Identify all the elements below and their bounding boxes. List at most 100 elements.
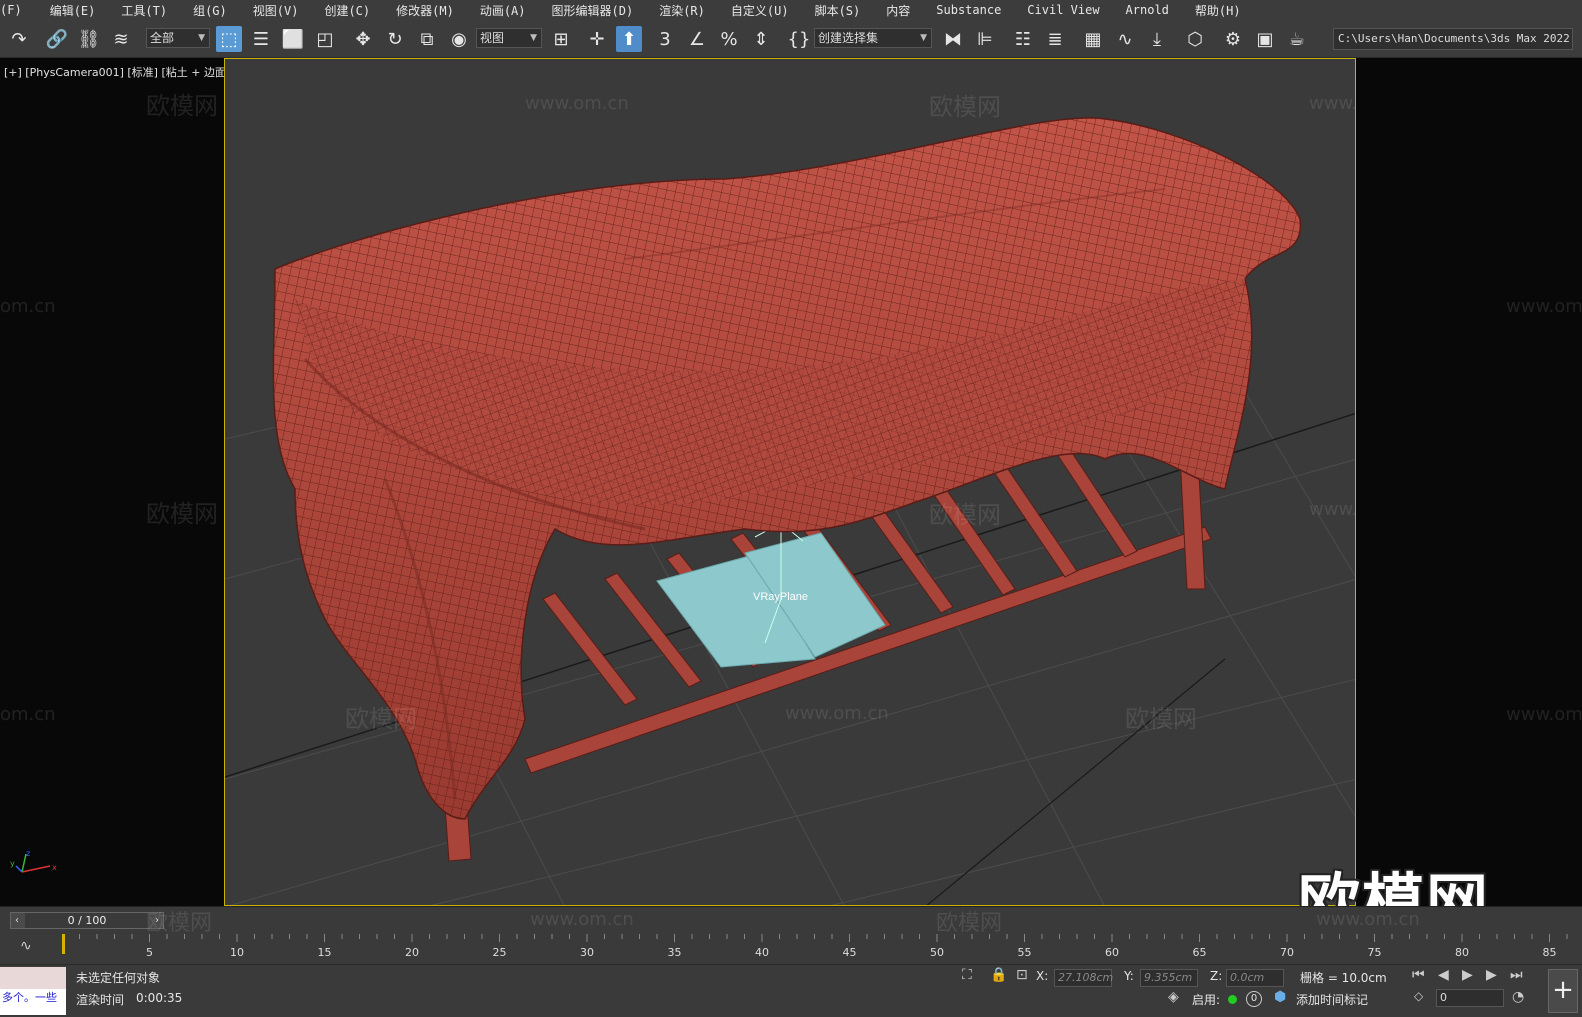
isolate-selection-icon[interactable]: ⛶: [962, 967, 972, 983]
viewport-label[interactable]: [+] [PhysCamera001] [标准] [粘土 + 边面]: [4, 64, 230, 80]
time-configuration-icon[interactable]: ◔: [1512, 989, 1524, 1005]
selection-filter-dropdown[interactable]: 全部 ▼: [146, 28, 210, 48]
rotate-icon[interactable]: ↻: [382, 26, 408, 52]
add-button-icon[interactable]: +: [1548, 969, 1578, 1013]
menu-item[interactable]: 内容: [886, 2, 910, 19]
frame-tick-label: 35: [668, 946, 682, 959]
time-tag-icon[interactable]: ⬢: [1274, 989, 1286, 1005]
z-coord-field[interactable]: 0.0cm: [1226, 969, 1284, 987]
redo-icon[interactable]: ↷: [6, 26, 32, 52]
project-path-field[interactable]: C:\Users\Han\Documents\3ds Max 2022: [1333, 28, 1573, 50]
menu-item[interactable]: Arnold: [1126, 3, 1169, 17]
unlink-icon[interactable]: ⛓: [76, 26, 102, 52]
align-icon[interactable]: ⊫: [972, 26, 998, 52]
axis-x-label: x: [52, 863, 57, 872]
pivot-center-icon[interactable]: ⊞: [548, 26, 574, 52]
axis-tripod-icon: x y z: [10, 849, 57, 873]
lock-icon[interactable]: 🔒: [990, 967, 1007, 983]
play-icon[interactable]: ▶: [1462, 967, 1473, 983]
menu-item[interactable]: 脚本(S): [815, 2, 861, 19]
curve-editor-icon[interactable]: ∿: [1112, 26, 1138, 52]
menu-item[interactable]: 工具(T): [121, 2, 167, 19]
frame-tick-label: 30: [580, 946, 594, 959]
adaptive-degradation-icon[interactable]: ◈: [1168, 989, 1179, 1005]
render-production-icon[interactable]: ☕: [1284, 26, 1310, 52]
menu-item[interactable]: 动画(A): [480, 2, 526, 19]
track-bar[interactable]: ∿ 5 10 15 20 25 30 35 40 45 50 55 60 65 70 75 80 85: [0, 934, 1582, 964]
menu-bar: (F) 编辑(E) 工具(T) 组(G) 视图(V) 创建(C) 修改器(M) 动画(A) 图形…: [0, 0, 1582, 20]
menu-item[interactable]: 自定义(U): [731, 2, 789, 19]
select-manipulate-icon[interactable]: ✛: [584, 26, 610, 52]
menu-item[interactable]: 组(G): [193, 2, 227, 19]
frame-tick-label: 15: [318, 946, 332, 959]
select-by-name-icon[interactable]: ☰: [248, 26, 274, 52]
mirror-icon[interactable]: ⧓: [940, 26, 966, 52]
window-crossing-icon[interactable]: ◰: [312, 26, 338, 52]
grid-size: 栅格 = 10.0cm: [1300, 971, 1387, 985]
watermark-url: www.om.cn: [530, 909, 634, 930]
menu-item[interactable]: 创建(C): [324, 2, 370, 19]
viewport-safe-frame-right: [1356, 58, 1582, 906]
move-icon[interactable]: ✥: [350, 26, 376, 52]
frame-tick-label: 85: [1543, 946, 1557, 959]
ribbon-toggle-icon[interactable]: ▦: [1080, 26, 1106, 52]
project-path-value: C:\Users\Han\Documents\3ds Max 2022: [1338, 32, 1570, 45]
chevron-left-icon[interactable]: ‹: [11, 913, 23, 928]
rectangular-selection-icon[interactable]: ⬜: [280, 26, 306, 52]
spinner-snap-icon[interactable]: ⇕: [748, 26, 774, 52]
snaps-toggle-icon[interactable]: 3: [652, 26, 678, 52]
chevron-down-icon: ▼: [198, 33, 205, 43]
scene-render: VRayPlane: [225, 117, 1355, 905]
menu-item[interactable]: 帮助(H): [1195, 2, 1241, 19]
link-icon[interactable]: 🔗: [44, 26, 70, 52]
maxscript-listener[interactable]: 多个。一些: [0, 967, 66, 1015]
scene-explorer-icon[interactable]: ☷: [1010, 26, 1036, 52]
x-coord-field[interactable]: 27.108cm: [1054, 969, 1113, 987]
menu-item[interactable]: 图形编辑器(D): [552, 2, 634, 19]
maxscript-input[interactable]: [0, 967, 66, 989]
scale-icon[interactable]: ⧉: [414, 26, 440, 52]
reference-coordinate-dropdown[interactable]: 视图 ▼: [476, 28, 542, 48]
menu-item[interactable]: Substance: [936, 3, 1001, 17]
add-time-tag-link[interactable]: 添加时间标记: [1296, 991, 1368, 1008]
current-frame-field[interactable]: 0: [1436, 989, 1504, 1007]
menu-item[interactable]: Civil View: [1027, 3, 1099, 17]
menu-item[interactable]: 渲染(R): [659, 2, 705, 19]
layer-explorer-icon[interactable]: ≣: [1042, 26, 1068, 52]
mini-curve-editor-icon[interactable]: ∿: [20, 938, 32, 954]
absolute-mode-icon[interactable]: ⊡: [1016, 967, 1028, 983]
angle-snap-icon[interactable]: ∠: [684, 26, 710, 52]
percent-snap-icon[interactable]: %: [716, 26, 742, 52]
placement-icon[interactable]: ◉: [446, 26, 472, 52]
y-coord-field[interactable]: 9.355cm: [1140, 969, 1198, 987]
keyboard-shortcut-override-icon[interactable]: ⬆: [616, 26, 642, 52]
go-to-start-icon[interactable]: ⏮: [1412, 967, 1425, 983]
status-bar: 多个。一些 未选定任何对象 渲染时间 0:00:35 ⛶ 🔒 ⊡ X: 27.1…: [0, 964, 1582, 1017]
rendered-frame-window-icon[interactable]: ▣: [1252, 26, 1278, 52]
render-setup-icon[interactable]: ⚙: [1220, 26, 1246, 52]
menu-item[interactable]: 修改器(M): [396, 2, 454, 19]
previous-frame-icon[interactable]: ◀: [1438, 967, 1449, 983]
world-axis-line-2: [926, 658, 1226, 905]
next-frame-icon[interactable]: ▶: [1486, 967, 1497, 983]
perspective-viewport[interactable]: VRayPlane 欧模网 www.om.cn www.om.cn www.om…: [224, 58, 1356, 906]
time-slider[interactable]: ‹ 0 / 100 ›: [10, 912, 164, 929]
chevron-right-icon[interactable]: ›: [151, 913, 163, 928]
menu-item[interactable]: 编辑(E): [50, 2, 96, 19]
bind-space-warp-icon[interactable]: ≋: [108, 26, 134, 52]
menu-item[interactable]: 视图(V): [253, 2, 299, 19]
menu-item[interactable]: (F): [0, 3, 22, 17]
cloth-mesh: [272, 117, 1302, 820]
dope-sheet-icon[interactable]: ⤓: [1144, 26, 1170, 52]
named-selection-value: 创建选择集: [818, 31, 879, 45]
selection-filter-value: 全部: [150, 31, 175, 45]
key-mode-icon[interactable]: ◇: [1414, 989, 1423, 1003]
go-to-end-icon[interactable]: ⏭: [1510, 967, 1523, 983]
frame-tick-label: 75: [1368, 946, 1382, 959]
schematic-view-icon[interactable]: ⬡: [1182, 26, 1208, 52]
named-selection-dropdown[interactable]: 创建选择集 ▼: [814, 28, 932, 48]
select-object-icon[interactable]: ⬚: [216, 26, 242, 52]
render-time-value: 0:00:35: [136, 991, 183, 1005]
edit-named-selection-icon[interactable]: {}: [786, 26, 812, 52]
axis-y-label: y: [10, 859, 15, 868]
